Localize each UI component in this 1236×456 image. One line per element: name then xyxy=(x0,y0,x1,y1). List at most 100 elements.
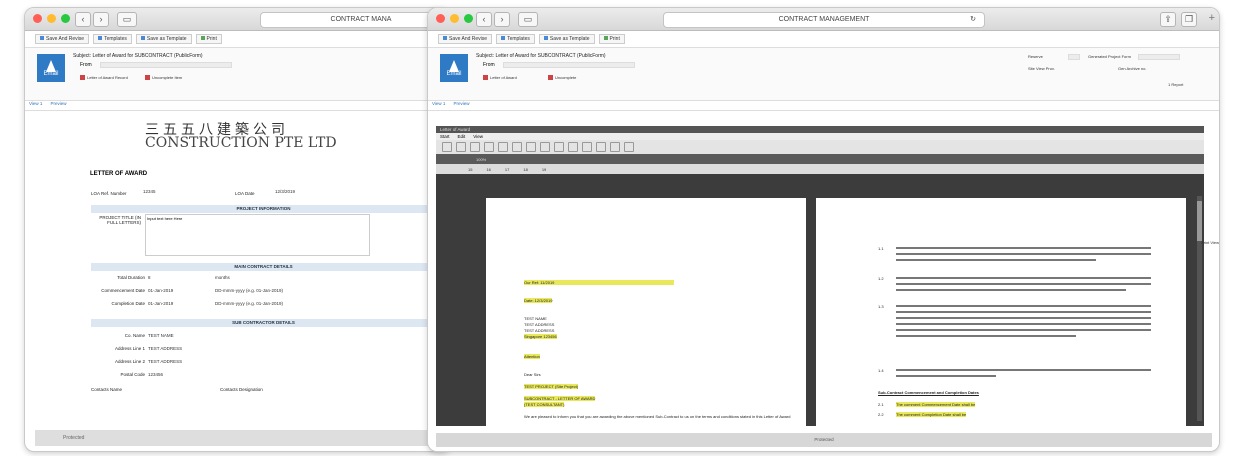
company-name: CONSTRUCTION PTE LTD xyxy=(145,135,337,151)
tab-preview[interactable]: Preview xyxy=(50,101,66,110)
attachment-item[interactable]: Letter of Award Record xyxy=(80,75,128,81)
save-template-button[interactable]: Save as Template xyxy=(538,34,595,44)
project-title-field[interactable]: Input text here Here xyxy=(145,214,370,256)
label: Letter of Award Record xyxy=(87,75,128,80)
tab-view[interactable]: View 1 xyxy=(29,101,42,110)
reserve-select[interactable] xyxy=(1068,54,1080,60)
attachment-item[interactable]: Letter of Award xyxy=(483,75,517,81)
row-value[interactable]: TEST NAME xyxy=(148,333,174,338)
help-icon[interactable] xyxy=(624,142,634,152)
sidebar-icon[interactable]: ▭ xyxy=(518,12,538,27)
reload-icon[interactable]: ↻ xyxy=(970,13,976,27)
clause-text xyxy=(896,375,996,377)
tab-view[interactable]: View 1 xyxy=(432,101,445,110)
zoom-out-icon[interactable] xyxy=(554,142,564,152)
tab-preview[interactable]: Preview xyxy=(453,101,469,110)
menu-view[interactable]: View xyxy=(473,133,483,140)
attachment-item[interactable]: Uncomplete Item xyxy=(145,75,183,81)
new-tab-icon[interactable]: + xyxy=(1209,12,1215,24)
page-title: LETTER OF AWARD xyxy=(90,171,148,177)
row-value[interactable]: 01-Jan-2019 xyxy=(148,288,173,293)
tab-bar: View 1 Preview xyxy=(428,101,1219,111)
zoom-window-button[interactable] xyxy=(61,14,70,23)
save-template-button[interactable]: Save as Template xyxy=(135,34,192,44)
print-button[interactable]: Print xyxy=(195,34,222,44)
pdf-icon xyxy=(548,75,553,81)
ruler-tick: 16 xyxy=(486,166,491,172)
row-value[interactable]: TEST ADDRESS xyxy=(148,346,182,351)
row-value[interactable]: TEST ADDRESS xyxy=(148,359,182,364)
our-ref: Our Ref: 11/2019 xyxy=(524,280,674,285)
back-icon[interactable]: ‹ xyxy=(476,12,492,27)
address-bar[interactable]: CONTRACT MANAGEMENT ↻ xyxy=(663,12,985,28)
row-label: Completion Date xyxy=(111,301,145,306)
loa-date-input[interactable]: 12/3/2019 xyxy=(275,189,295,194)
stamp-icon[interactable] xyxy=(582,142,592,152)
address-bar[interactable]: CONTRACT MANA xyxy=(260,12,450,28)
print-icon[interactable] xyxy=(484,142,494,152)
scrollbar[interactable] xyxy=(1197,196,1202,421)
label: Letter of Award xyxy=(490,75,517,80)
subject-line: SUBCONTRACT - LETTER OF AWARD xyxy=(524,396,596,401)
open-icon[interactable] xyxy=(456,142,466,152)
search-icon[interactable] xyxy=(526,142,536,152)
letter-date: Date: 12/3/2019 xyxy=(524,298,553,303)
zoom-level[interactable]: 100% xyxy=(476,157,486,162)
minimize-window-button[interactable] xyxy=(47,14,56,23)
salutation: Dear Sirs xyxy=(524,372,541,377)
row-value[interactable]: 123456 xyxy=(148,372,163,377)
label: Uncomplete Item xyxy=(152,75,183,80)
label: Save And Revise xyxy=(46,36,85,42)
clause-text xyxy=(896,253,1151,255)
pdf-icon xyxy=(145,75,150,81)
save-icon[interactable] xyxy=(470,142,480,152)
traffic-lights xyxy=(33,14,70,23)
clause-text xyxy=(896,329,1151,331)
mail-icon[interactable] xyxy=(498,142,508,152)
row-label: Co. Name xyxy=(124,333,145,338)
footer-bar: Protected xyxy=(436,433,1212,447)
body-text: We are pleased to inform you that you ar… xyxy=(524,414,791,419)
from-input[interactable] xyxy=(503,62,635,68)
scroll-thumb[interactable] xyxy=(1197,201,1202,241)
print-button[interactable]: Print xyxy=(598,34,625,44)
ruler-tick: 18 xyxy=(523,166,528,172)
close-window-button[interactable] xyxy=(33,14,42,23)
back-icon[interactable]: ‹ xyxy=(75,12,91,27)
sidebar-icon[interactable]: ▭ xyxy=(117,12,137,27)
share-icon[interactable]: ⇪ xyxy=(1160,12,1176,27)
save-revise-button[interactable]: Save And Revise xyxy=(35,34,90,44)
settings-icon[interactable] xyxy=(596,142,606,152)
row-value[interactable]: 01-Jan-2019 xyxy=(148,301,173,306)
loa-date-label: LOA Date xyxy=(235,191,255,196)
generated-form-select[interactable] xyxy=(1138,54,1180,60)
save-revise-button[interactable]: Save And Revise xyxy=(438,34,493,44)
templates-button[interactable]: Templates xyxy=(93,34,132,44)
loa-ref-input[interactable]: 12345 xyxy=(143,189,156,194)
zoom-window-button[interactable] xyxy=(464,14,473,23)
new-icon[interactable] xyxy=(442,142,452,152)
templates-button[interactable]: Templates xyxy=(496,34,535,44)
tabs-icon[interactable]: ❐ xyxy=(1181,12,1197,27)
from-input[interactable] xyxy=(100,62,232,68)
label: Uncomplete xyxy=(555,75,577,80)
nav-buttons: ‹ › ▭ xyxy=(75,12,137,27)
forward-icon[interactable]: › xyxy=(93,12,109,27)
action-toolbar: Save And Revise Templates Save as Templa… xyxy=(428,31,1219,48)
text-icon[interactable] xyxy=(568,142,578,152)
menu-start[interactable]: Start xyxy=(440,133,450,140)
traffic-lights xyxy=(436,14,473,23)
row-label: Commencement Date xyxy=(101,288,145,293)
forward-icon[interactable]: › xyxy=(494,12,510,27)
copy-icon[interactable] xyxy=(512,142,522,152)
row-value[interactable]: 8 xyxy=(148,275,151,280)
clause-text xyxy=(896,305,1151,307)
close-window-button[interactable] xyxy=(436,14,445,23)
zoom-in-icon[interactable] xyxy=(540,142,550,152)
attachment-item[interactable]: Uncomplete xyxy=(548,75,577,81)
row-unit: DD-mmm-yyyy (e.g. 01-Jan-2019) xyxy=(215,288,284,293)
pen-icon[interactable] xyxy=(610,142,620,152)
menu-edit[interactable]: Edit xyxy=(458,133,466,140)
minimize-window-button[interactable] xyxy=(450,14,459,23)
label: Save as Template xyxy=(146,36,187,42)
